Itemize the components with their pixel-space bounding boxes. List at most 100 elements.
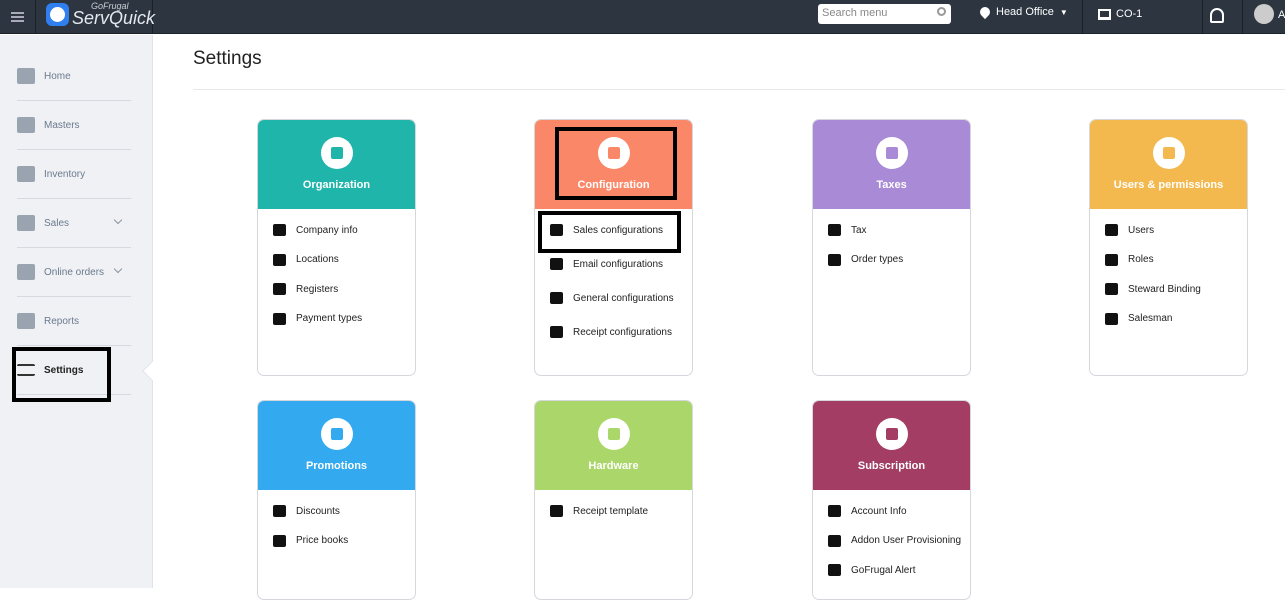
link-label: Discounts <box>296 505 340 517</box>
sidebar-item-masters[interactable]: Masters <box>17 101 131 150</box>
card-header[interactable]: Hardware <box>535 401 692 490</box>
card-title: Hardware <box>588 460 639 472</box>
card-title: Users & permissions <box>1113 179 1224 191</box>
settings-link-account-info[interactable]: Account Info <box>828 505 907 517</box>
menu-toggle-button[interactable] <box>0 0 36 34</box>
settings-link-users[interactable]: Users <box>1105 224 1154 236</box>
link-label: Price books <box>296 535 349 546</box>
link-label: Receipt template <box>573 505 649 517</box>
card-title: Subscription <box>857 460 926 472</box>
settings-card-taxes: Taxes Tax Order types <box>812 119 971 376</box>
settings-link-salesman[interactable]: Salesman <box>1105 312 1173 325</box>
money-icon <box>886 428 898 440</box>
link-label: Tax <box>851 224 867 236</box>
logo[interactable]: GoFrugal ServQuick <box>36 0 155 34</box>
settings-card-users-permissions: Users & permissions Users Roles Steward Bin… <box>1089 119 1248 376</box>
sidebar-item-online-orders[interactable]: Online orders <box>17 248 131 297</box>
settings-link-gofrugal-alert[interactable]: GoFrugal Alert <box>828 564 915 576</box>
card-icon-circle <box>1153 137 1185 169</box>
location-selector[interactable]: Head Office ▼ <box>977 4 1068 20</box>
gift-icon <box>331 428 343 440</box>
avatar[interactable] <box>1254 4 1274 24</box>
list-icon <box>550 326 563 338</box>
settings-link-receipt-template[interactable]: Receipt template <box>550 505 648 517</box>
sidebar: Home Masters Inventory Sales Online orders Re… <box>0 35 153 588</box>
reports-icon <box>17 313 35 329</box>
card-title: Taxes <box>876 179 907 191</box>
settings-link-email-configurations[interactable]: Email configurations <box>550 258 663 270</box>
settings-card-hardware: Hardware Receipt template <box>534 400 693 600</box>
sidebar-item-inventory[interactable]: Inventory <box>17 150 131 199</box>
card-icon-circle <box>598 418 630 450</box>
search-icon[interactable] <box>937 7 946 16</box>
card-header[interactable]: Subscription <box>813 401 970 490</box>
link-label: Order types <box>851 254 904 265</box>
settings-link-discounts[interactable]: Discounts <box>273 505 340 517</box>
settings-card-subscription: Subscription Account Info Addon User Provi… <box>812 400 971 600</box>
link-label: Receipt configurations <box>573 326 672 338</box>
settings-link-locations[interactable]: Locations <box>273 253 339 266</box>
link-label: Email configurations <box>573 258 664 270</box>
sales-icon <box>17 215 35 231</box>
card-icon-circle <box>876 137 908 169</box>
card-header[interactable]: Organization <box>258 120 415 209</box>
user-name[interactable]: A <box>1278 9 1285 21</box>
envelope-icon <box>550 258 563 270</box>
laptop-icon <box>273 283 286 295</box>
settings-link-general-configurations[interactable]: General configurations <box>550 292 674 304</box>
users-icon <box>1163 147 1175 159</box>
register-selector[interactable]: CO-1 <box>1098 8 1142 20</box>
bell-icon[interactable] <box>1210 8 1224 23</box>
settings-link-price-books[interactable]: Price books <box>273 534 349 547</box>
food-tray-icon <box>828 253 841 266</box>
user-add-icon <box>828 534 841 547</box>
link-label: Steward Binding <box>1128 283 1201 295</box>
link-label: Salesman <box>1128 313 1173 324</box>
online-orders-icon <box>17 264 35 280</box>
link-label: Roles <box>1128 254 1154 265</box>
card-icon-circle <box>876 418 908 450</box>
settings-link-addon-user-provisioning[interactable]: Addon User Provisioning <box>828 534 962 547</box>
search-placeholder: Search menu <box>822 7 888 19</box>
location-label: Head Office <box>996 6 1054 18</box>
link-label: Addon User Provisioning <box>851 535 962 546</box>
sidebar-item-home[interactable]: Home <box>17 52 131 101</box>
calculator-icon <box>886 147 898 159</box>
settings-link-company-info[interactable]: Company info <box>273 224 358 236</box>
settings-link-order-types[interactable]: Order types <box>828 253 904 266</box>
bank-icon <box>331 147 343 159</box>
link-label: Payment types <box>296 313 363 324</box>
chevron-down-icon[interactable] <box>113 215 123 225</box>
settings-link-registers[interactable]: Registers <box>273 283 338 295</box>
laptop-icon <box>1098 8 1111 20</box>
card-header[interactable]: Users & permissions <box>1090 120 1247 209</box>
card-icon-circle <box>321 418 353 450</box>
settings-link-receipt-configurations[interactable]: Receipt configurations <box>550 326 672 338</box>
highlight-box <box>555 127 677 200</box>
key-icon <box>1105 253 1118 266</box>
settings-link-tax[interactable]: Tax <box>828 224 867 236</box>
id-card-icon <box>828 505 841 517</box>
link-label: Account Info <box>851 505 907 517</box>
sidebar-item-label: Inventory <box>44 168 86 180</box>
search-menu-input[interactable]: Search menu <box>818 4 951 24</box>
card-header[interactable]: Promotions <box>258 401 415 490</box>
price-book-icon <box>273 534 286 547</box>
settings-link-roles[interactable]: Roles <box>1105 253 1154 266</box>
caret-down-icon: ▼ <box>1059 7 1068 17</box>
divider <box>1202 0 1203 34</box>
sidebar-item-label: Sales <box>44 217 70 229</box>
chevron-down-icon[interactable] <box>113 264 123 274</box>
sidebar-item-sales[interactable]: Sales <box>17 199 131 248</box>
highlight-box <box>12 347 111 402</box>
card-header[interactable]: Taxes <box>813 120 970 209</box>
percent-icon <box>273 505 286 517</box>
sidebar-item-label: Home <box>44 70 71 82</box>
settings-link-steward-binding[interactable]: Steward Binding <box>1105 283 1201 295</box>
envelope-icon <box>828 564 841 576</box>
settings-link-payment-types[interactable]: Payment types <box>273 312 363 325</box>
sidebar-item-reports[interactable]: Reports <box>17 297 131 346</box>
home-icon <box>17 68 35 84</box>
money-icon <box>273 312 286 325</box>
steward-icon <box>1105 283 1118 295</box>
